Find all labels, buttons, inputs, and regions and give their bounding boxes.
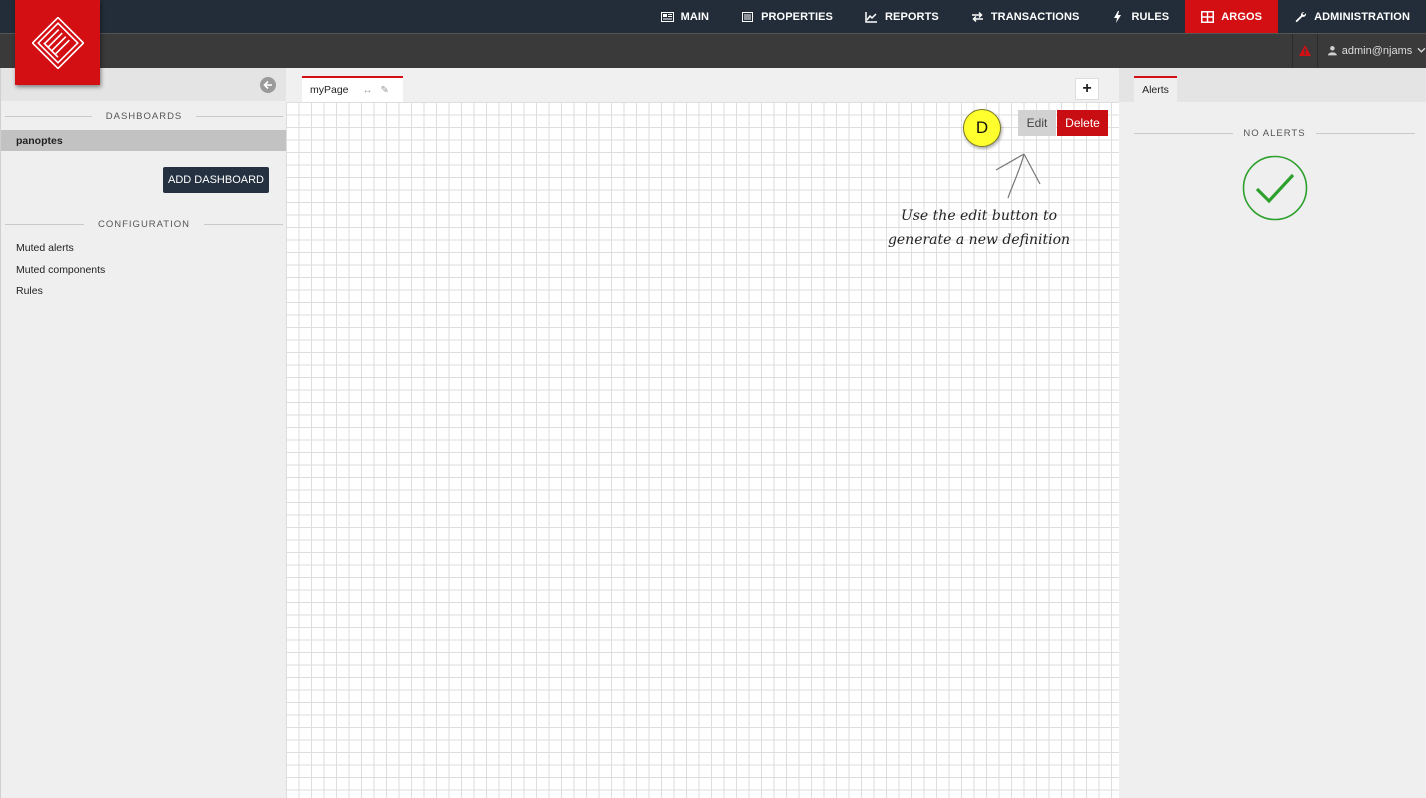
dashboard-item-label: panoptes [16,134,63,147]
tab-mypage[interactable]: myPage ↔ ✎ [302,76,403,102]
hint-arrow-icon [995,153,1041,199]
hint-line-1: Use the edit button to [900,208,1058,224]
config-link-muted-components[interactable]: Muted components [16,264,105,276]
nav-reports[interactable]: REPORTS [849,0,955,33]
no-alerts-title: NO ALERTS [1134,126,1415,140]
hint-line-2: generate a new definition [887,232,1071,248]
alert-indicator[interactable] [1292,34,1318,67]
alerts-status: NO ALERTS [1243,127,1306,139]
config-link-muted-alerts[interactable]: Muted alerts [16,242,74,254]
nav-administration-label: ADMINISTRATION [1314,10,1410,23]
dashboard-item-panoptes[interactable]: panoptes [1,130,286,151]
user-icon [1328,46,1337,56]
wrench-icon [1295,11,1307,22]
sub-header-bar [0,33,1426,68]
edit-button[interactable]: Edit [1018,110,1056,136]
list-icon [742,11,754,22]
nav-argos-label: ARGOS [1221,10,1263,23]
dashboards-title: DASHBOARDS [105,110,183,122]
bolt-icon [1114,10,1122,23]
top-nav-bar: MAIN PROPERTIES REPORTS TRANSACTIONS RUL… [0,0,1426,33]
configuration-title: CONFIGURATION [98,218,190,230]
nav-properties-label: PROPERTIES [761,10,833,23]
divider [5,115,92,117]
sidebar: DASHBOARDS panoptes ADD DASHBOARD CONFIG… [0,68,287,798]
divider [1315,132,1415,134]
divider [196,115,284,117]
tab-mypage-label: myPage [310,84,349,96]
user-menu[interactable]: admin@njams [1320,34,1426,67]
collapse-sidebar-button[interactable] [260,77,276,93]
newspaper-icon [660,11,674,22]
exchange-icon [971,11,983,22]
resize-horizontal-icon[interactable]: ↔ [363,85,373,96]
config-link-rules[interactable]: Rules [16,285,43,297]
nav-argos[interactable]: ARGOS [1185,0,1279,33]
nav-main[interactable]: MAIN [645,0,726,33]
add-dashboard-button[interactable]: ADD DASHBOARD [163,167,269,193]
divider [204,223,283,225]
annotation-marker: D [963,109,1001,147]
nav-reports-label: REPORTS [884,10,939,23]
njams-logo-icon [31,16,84,69]
nav-main-label: MAIN [680,10,710,23]
divider [5,223,84,225]
arrow-left-icon [263,80,272,90]
nav-transactions-label: TRANSACTIONS [990,10,1080,23]
configuration-section-title: CONFIGURATION [1,217,287,231]
checkmark-icon [1242,155,1308,221]
add-page-button[interactable]: + [1075,78,1099,100]
divider [1134,132,1234,134]
chevron-down-icon [1417,47,1426,53]
pencil-icon[interactable]: ✎ [381,85,389,96]
nav-properties[interactable]: PROPERTIES [725,0,849,33]
nav-administration[interactable]: ADMINISTRATION [1278,0,1426,33]
nav-rules[interactable]: RULES [1095,0,1185,33]
warning-icon [1299,45,1311,56]
tab-alerts[interactable]: Alerts [1134,76,1177,102]
nav-transactions[interactable]: TRANSACTIONS [955,0,1096,33]
page-tabs-bar: myPage ↔ ✎ + [286,68,1119,102]
delete-button[interactable]: Delete [1057,110,1108,136]
tab-alerts-label: Alerts [1142,84,1169,96]
hint-text: Use the edit button to generate a new de… [868,204,1090,252]
line-chart-icon [865,11,877,23]
nav-rules-label: RULES [1131,10,1170,23]
app-logo[interactable] [15,0,100,85]
alerts-panel-header: Alerts [1119,68,1426,102]
user-name: admin@njams [1341,44,1413,57]
dashboard-icon [1201,10,1215,23]
dashboards-section-title: DASHBOARDS [1,109,287,123]
main-nav: MAIN PROPERTIES REPORTS TRANSACTIONS RUL… [645,0,1426,33]
